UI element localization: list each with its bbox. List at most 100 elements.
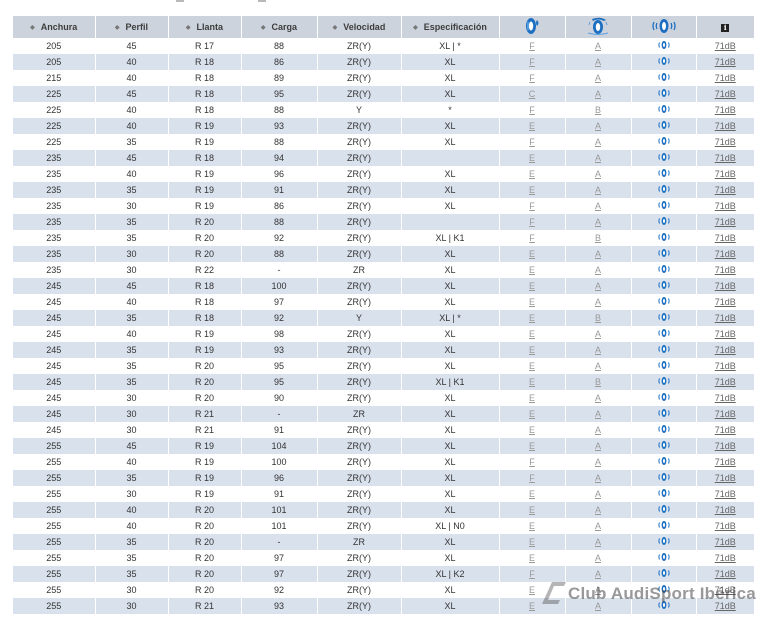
fuel-efficiency-label-link[interactable]: E xyxy=(529,489,535,499)
wet-grip-label-link[interactable]: B xyxy=(595,313,601,323)
sound-waves-icon[interactable] xyxy=(657,376,670,388)
noise-db-link[interactable]: 71dB xyxy=(715,553,736,563)
fuel-efficiency-label-link[interactable]: E xyxy=(529,393,535,403)
noise-db-link[interactable]: 71dB xyxy=(715,601,736,611)
noise-db-link[interactable]: 71dB xyxy=(715,89,736,99)
noise-db-link[interactable]: 71dB xyxy=(715,249,736,259)
sound-waves-icon[interactable] xyxy=(657,72,670,84)
wet-grip-label-link[interactable]: A xyxy=(595,345,601,355)
noise-db-link[interactable]: 71dB xyxy=(715,297,736,307)
noise-db-link[interactable]: 71dB xyxy=(715,185,736,195)
wet-grip-label-link[interactable]: A xyxy=(595,585,601,595)
noise-db-link[interactable]: 71dB xyxy=(715,361,736,371)
fuel-efficiency-label-link[interactable]: E xyxy=(529,329,535,339)
wet-grip-label-link[interactable]: A xyxy=(595,153,601,163)
sound-waves-icon[interactable] xyxy=(657,360,670,372)
noise-db-link[interactable]: 71dB xyxy=(715,201,736,211)
wet-grip-label-link[interactable]: A xyxy=(595,121,601,131)
fuel-efficiency-label-link[interactable]: F xyxy=(529,233,535,243)
sound-waves-icon[interactable] xyxy=(657,520,670,532)
sound-waves-icon[interactable] xyxy=(657,40,670,52)
fuel-efficiency-label-link[interactable]: E xyxy=(529,425,535,435)
sound-waves-icon[interactable] xyxy=(657,248,670,260)
sound-waves-icon[interactable] xyxy=(657,552,670,564)
noise-db-link[interactable]: 71dB xyxy=(715,105,736,115)
fuel-efficiency-label-link[interactable]: F xyxy=(529,217,535,227)
wet-grip-label-link[interactable]: A xyxy=(595,41,601,51)
fuel-efficiency-label-link[interactable]: E xyxy=(529,361,535,371)
fuel-efficiency-label-link[interactable]: E xyxy=(529,441,535,451)
sound-waves-icon[interactable] xyxy=(657,408,670,420)
noise-db-link[interactable]: 71dB xyxy=(715,153,736,163)
sound-waves-icon[interactable] xyxy=(657,472,670,484)
column-header-width[interactable]: ◆ Anchura xyxy=(13,16,96,38)
sound-waves-icon[interactable] xyxy=(657,504,670,516)
sound-waves-icon[interactable] xyxy=(657,104,670,116)
sound-waves-icon[interactable] xyxy=(657,456,670,468)
column-header-specification[interactable]: ◆ Especificación xyxy=(401,16,500,38)
noise-db-link[interactable]: 71dB xyxy=(715,41,736,51)
sound-waves-icon[interactable] xyxy=(657,152,670,164)
sound-waves-icon[interactable] xyxy=(657,296,670,308)
sound-waves-icon[interactable] xyxy=(657,216,670,228)
noise-db-link[interactable]: 71dB xyxy=(715,233,736,243)
fuel-efficiency-label-link[interactable]: F xyxy=(529,569,535,579)
sound-waves-icon[interactable] xyxy=(657,392,670,404)
fuel-efficiency-label-link[interactable]: E xyxy=(529,377,535,387)
column-header-wet-grip[interactable] xyxy=(565,16,632,38)
sound-waves-icon[interactable] xyxy=(657,200,670,212)
noise-db-link[interactable]: 71dB xyxy=(715,521,736,531)
fuel-efficiency-label-link[interactable]: E xyxy=(529,297,535,307)
fuel-efficiency-label-link[interactable]: E xyxy=(529,169,535,179)
noise-db-link[interactable]: 71dB xyxy=(715,57,736,67)
wet-grip-label-link[interactable]: A xyxy=(595,505,601,515)
wet-grip-label-link[interactable]: A xyxy=(595,489,601,499)
noise-db-link[interactable]: 71dB xyxy=(715,345,736,355)
fuel-efficiency-label-link[interactable]: E xyxy=(529,601,535,611)
wet-grip-label-link[interactable]: A xyxy=(595,185,601,195)
sound-waves-icon[interactable] xyxy=(657,440,670,452)
sound-waves-icon[interactable] xyxy=(657,600,670,612)
column-header-profile[interactable]: ◆ Perfil xyxy=(95,16,169,38)
wet-grip-label-link[interactable]: A xyxy=(595,89,601,99)
noise-db-link[interactable]: 71dB xyxy=(715,569,736,579)
noise-db-link[interactable]: 71dB xyxy=(715,121,736,131)
fuel-efficiency-label-link[interactable]: E xyxy=(529,153,535,163)
wet-grip-label-link[interactable]: A xyxy=(595,137,601,147)
fuel-efficiency-label-link[interactable]: F xyxy=(529,201,535,211)
sound-waves-icon[interactable] xyxy=(657,56,670,68)
wet-grip-label-link[interactable]: A xyxy=(595,265,601,275)
fuel-efficiency-label-link[interactable]: F xyxy=(529,73,535,83)
noise-db-link[interactable]: 71dB xyxy=(715,169,736,179)
wet-grip-label-link[interactable]: B xyxy=(595,377,601,387)
noise-db-link[interactable]: 71dB xyxy=(715,137,736,147)
noise-db-link[interactable]: 71dB xyxy=(715,393,736,403)
sound-waves-icon[interactable] xyxy=(657,536,670,548)
noise-db-link[interactable]: 71dB xyxy=(715,217,736,227)
fuel-efficiency-label-link[interactable]: E xyxy=(529,505,535,515)
wet-grip-label-link[interactable]: A xyxy=(595,409,601,419)
fuel-efficiency-label-link[interactable]: F xyxy=(529,41,535,51)
column-header-rim[interactable]: ◆ Llanta xyxy=(168,16,242,38)
noise-db-link[interactable]: 71dB xyxy=(715,265,736,275)
wet-grip-label-link[interactable]: A xyxy=(595,249,601,259)
wet-grip-label-link[interactable]: A xyxy=(595,201,601,211)
sound-waves-icon[interactable] xyxy=(657,168,670,180)
column-header-info[interactable]: i xyxy=(696,16,754,38)
fuel-efficiency-label-link[interactable]: E xyxy=(529,121,535,131)
column-header-noise[interactable] xyxy=(631,16,697,38)
sound-waves-icon[interactable] xyxy=(657,184,670,196)
sound-waves-icon[interactable] xyxy=(657,488,670,500)
fuel-efficiency-label-link[interactable]: E xyxy=(529,537,535,547)
fuel-efficiency-label-link[interactable]: F xyxy=(529,457,535,467)
fuel-efficiency-label-link[interactable]: E xyxy=(529,585,535,595)
sound-waves-icon[interactable] xyxy=(657,88,670,100)
fuel-efficiency-label-link[interactable]: F xyxy=(529,105,535,115)
fuel-efficiency-label-link[interactable]: F xyxy=(529,137,535,147)
wet-grip-label-link[interactable]: A xyxy=(595,425,601,435)
wet-grip-label-link[interactable]: A xyxy=(595,73,601,83)
wet-grip-label-link[interactable]: A xyxy=(595,521,601,531)
wet-grip-label-link[interactable]: A xyxy=(595,217,601,227)
fuel-efficiency-label-link[interactable]: E xyxy=(529,345,535,355)
noise-db-link[interactable]: 71dB xyxy=(715,329,736,339)
